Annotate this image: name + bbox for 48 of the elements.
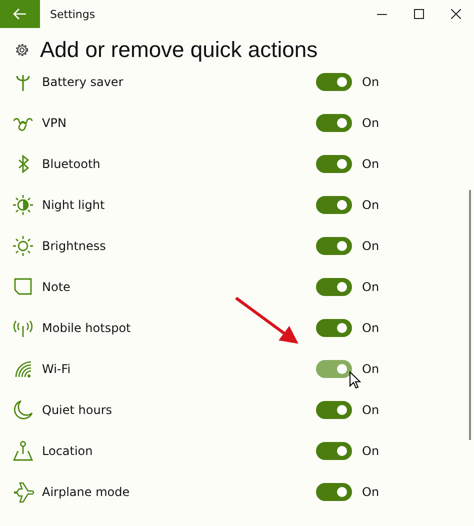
action-label: Battery saver (42, 74, 124, 88)
half-sun-icon (12, 194, 34, 216)
back-arrow-icon (13, 8, 27, 20)
maximize-icon (414, 9, 424, 19)
action-label: Quiet hours (42, 402, 114, 416)
toggle-switch[interactable] (316, 360, 352, 378)
toggle-state: On (362, 238, 380, 252)
toggle-state: On (362, 116, 380, 130)
gear-icon (14, 42, 30, 58)
toggle-state: On (362, 198, 380, 212)
toggle-state: On (362, 320, 380, 334)
toggle-state: On (362, 484, 380, 498)
action-label: Brightness (42, 238, 107, 252)
toggle-state: On (362, 362, 380, 376)
action-label: Bluetooth (42, 156, 102, 170)
toggle-switch[interactable] (316, 154, 352, 172)
toggle-state: On (362, 402, 380, 416)
action-label: Location (42, 444, 94, 458)
window-title: Settings (50, 8, 96, 20)
toggle-switch[interactable] (316, 318, 352, 336)
toggle-state: On (362, 74, 380, 88)
action-label: Wi-Fi (42, 362, 72, 376)
action-label: Mobile hotspot (42, 320, 132, 334)
toggle-switch[interactable] (316, 236, 352, 254)
action-label: Night light (42, 198, 106, 212)
toggle-switch[interactable] (316, 196, 352, 214)
map-pin-icon (12, 440, 34, 462)
action-label: VPN (42, 116, 68, 130)
toggle-state: On (362, 444, 380, 458)
toggle-state: On (362, 156, 380, 170)
airplane-icon (12, 480, 34, 502)
toggle-switch[interactable] (316, 114, 352, 132)
toggle-switch[interactable] (316, 400, 352, 418)
toggle-switch[interactable] (316, 72, 352, 90)
toggle-switch[interactable] (316, 482, 352, 500)
action-label: Note (42, 280, 72, 294)
back-button[interactable] (0, 0, 40, 28)
mouse-cursor-icon (349, 371, 361, 389)
action-label: Airplane mode (42, 484, 131, 498)
moon-icon (12, 398, 34, 420)
close-icon (450, 9, 460, 19)
toggle-switch[interactable] (316, 442, 352, 460)
page-heading: Add or remove quick actions (40, 37, 318, 63)
note-icon (12, 276, 34, 298)
sun-icon (12, 234, 34, 256)
scrollbar[interactable] (469, 190, 471, 440)
toggle-switch[interactable] (316, 278, 352, 296)
toggle-state: On (362, 280, 380, 294)
